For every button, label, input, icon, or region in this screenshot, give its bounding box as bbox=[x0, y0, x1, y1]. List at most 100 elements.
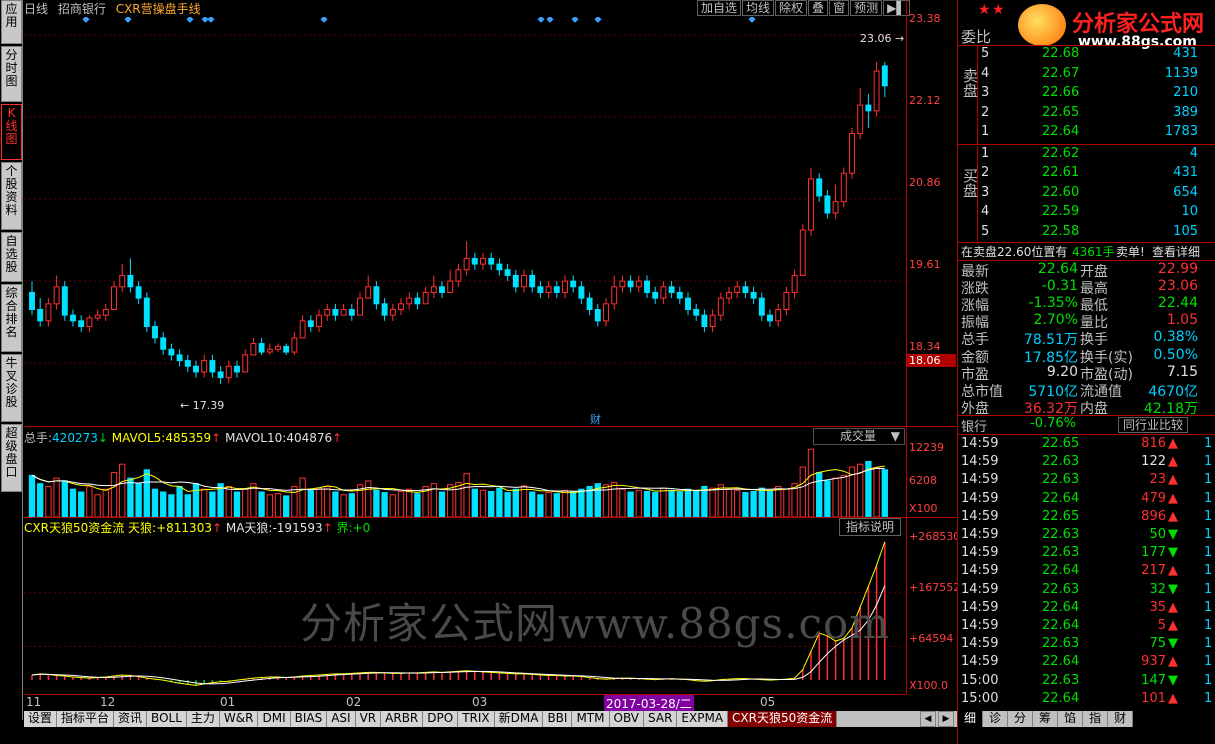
scroll-left-icon[interactable]: ◀ bbox=[920, 711, 936, 727]
tick-row[interactable]: 14:59 22.63 23 ▲ 1 bbox=[958, 472, 1215, 490]
tick-row[interactable]: 15:00 22.63 147 ▼ 1 bbox=[958, 673, 1215, 691]
scroll-right-icon[interactable]: ▶ bbox=[938, 711, 954, 727]
indicator-tab[interactable]: 指标平台 bbox=[57, 711, 115, 727]
indicator-tab[interactable]: TRIX bbox=[458, 711, 495, 727]
tick-row[interactable]: 15:00 22.64 101 ▲ 1 bbox=[958, 691, 1215, 709]
indicator-tab[interactable]: DPO bbox=[423, 711, 459, 727]
tick-row[interactable]: 14:59 22.65 896 ▲ 1 bbox=[958, 509, 1215, 527]
signal-diamond-icon bbox=[594, 17, 602, 23]
formula-name[interactable]: CXR营操盘手线 bbox=[116, 2, 201, 16]
ask-row[interactable]: 3 22.66 210 bbox=[958, 85, 1215, 103]
tick-row[interactable]: 14:59 22.64 479 ▲ 1 bbox=[958, 491, 1215, 509]
view-detail-link[interactable]: 查看详细 bbox=[1152, 243, 1200, 260]
tick-volume: 5 bbox=[1157, 618, 1166, 633]
indicator-tab[interactable]: BOLL bbox=[147, 711, 187, 727]
tick-row[interactable]: 14:59 22.64 5 ▲ 1 bbox=[958, 618, 1215, 636]
volume-svg[interactable] bbox=[24, 445, 905, 517]
volume-header: 总手:420273↓ MAVOL5:485359↑ MAVOL10:404876… bbox=[24, 429, 342, 445]
ask-row[interactable]: 5 22.68 431 bbox=[958, 46, 1215, 64]
detail-tab[interactable]: 分 bbox=[1008, 711, 1034, 727]
indicator-tab[interactable]: W&R bbox=[219, 711, 259, 727]
volume-bar bbox=[209, 491, 216, 517]
jie-label: 界: bbox=[336, 521, 353, 535]
star-icon[interactable]: ★ bbox=[978, 2, 991, 18]
period-label[interactable]: 日线 bbox=[24, 2, 48, 16]
bid-volume: 10 bbox=[1181, 204, 1198, 220]
indicator-tab[interactable]: 设置 bbox=[24, 711, 58, 727]
indicator-tab[interactable]: MTM bbox=[572, 711, 610, 727]
volume-bar bbox=[766, 489, 774, 517]
indicator-tab[interactable]: 主力 bbox=[186, 711, 220, 727]
indicator-tab[interactable]: ARBR bbox=[381, 711, 424, 727]
left-tab-4[interactable]: 自选股 bbox=[1, 232, 22, 282]
ma-tianlang-label: MA天狼: bbox=[225, 521, 273, 535]
star-icon[interactable]: ★ bbox=[992, 2, 1005, 18]
volume-bar bbox=[619, 488, 626, 517]
toolbar-button-5[interactable]: 预测 bbox=[850, 0, 883, 16]
bid-row[interactable]: 4 22.59 10 bbox=[958, 204, 1215, 222]
left-tab-3[interactable]: 个股资料 bbox=[1, 162, 22, 230]
bid-row[interactable]: 1 22.62 4 bbox=[958, 146, 1215, 164]
indicator-help-button[interactable]: 指标说明 bbox=[839, 518, 901, 536]
tick-row[interactable]: 14:59 22.63 177 ▼ 1 bbox=[958, 545, 1215, 563]
detail-tab[interactable]: 财 bbox=[1108, 711, 1134, 727]
volume-bar bbox=[463, 473, 470, 517]
tick-row[interactable]: 14:59 22.64 937 ▲ 1 bbox=[958, 654, 1215, 672]
tick-row[interactable]: 14:59 22.64 35 ▲ 1 bbox=[958, 600, 1215, 618]
note-text: 在卖盘22.60位置有 bbox=[961, 245, 1068, 259]
candlestick-svg[interactable]: 23.06 → ← 17.39 财 bbox=[24, 17, 905, 426]
toolbar-button-3[interactable]: 叠 bbox=[808, 0, 829, 16]
indicator-tab[interactable]: OBV bbox=[609, 711, 645, 727]
detail-tab[interactable]: 指 bbox=[1083, 711, 1109, 727]
indicator-tab[interactable]: CXR天狼50资金流 bbox=[728, 711, 838, 727]
detail-tab[interactable]: 细 bbox=[958, 711, 984, 727]
volume-bar bbox=[151, 488, 159, 517]
toolbar-button-4[interactable]: 窗 bbox=[829, 0, 850, 16]
peer-compare-button[interactable]: 同行业比较 bbox=[1118, 417, 1189, 433]
tick-row[interactable]: 14:59 22.65 816 ▲ 1 bbox=[958, 436, 1215, 454]
tick-row[interactable]: 14:59 22.63 50 ▼ 1 bbox=[958, 527, 1215, 545]
ask-row[interactable]: 4 22.67 1139 bbox=[958, 66, 1215, 84]
date-label: 2017-03-28/二 bbox=[604, 695, 694, 712]
bid-row[interactable]: 2 22.61 431 bbox=[958, 165, 1215, 183]
bid-row[interactable]: 5 22.58 105 bbox=[958, 224, 1215, 242]
left-tab-2[interactable]: K线图 bbox=[1, 104, 22, 160]
left-tab-5[interactable]: 综合排名 bbox=[1, 284, 22, 352]
ask-row[interactable]: 1 22.64 1783 bbox=[958, 124, 1215, 142]
date-label: 11 bbox=[26, 695, 42, 709]
left-tab-6[interactable]: 牛叉诊股 bbox=[1, 354, 22, 422]
detail-tab[interactable]: 馅 bbox=[1058, 711, 1084, 727]
ask-level: 1 bbox=[981, 124, 990, 140]
tick-row[interactable]: 14:59 22.63 32 ▼ 1 bbox=[958, 582, 1215, 600]
toolbar-button-2[interactable]: 除权 bbox=[775, 0, 808, 16]
indicator-tab[interactable]: BIAS bbox=[290, 711, 328, 727]
left-tab-7[interactable]: 超级盘口 bbox=[1, 424, 22, 492]
quote-value: 9.20 bbox=[1046, 363, 1078, 380]
toolbar-button-0[interactable]: 加自选 bbox=[697, 0, 742, 16]
finance-marker[interactable]: 财 bbox=[590, 412, 601, 426]
indicator-tab[interactable]: BBI bbox=[543, 711, 573, 727]
candle-body bbox=[184, 360, 191, 367]
indicator-tab[interactable]: EXPMA bbox=[677, 711, 729, 727]
toolbar-button-1[interactable]: 均线 bbox=[742, 0, 775, 16]
detail-tab[interactable]: 诊 bbox=[983, 711, 1009, 727]
indicator-tab[interactable]: SAR bbox=[644, 711, 678, 727]
detail-tab[interactable]: 筹 bbox=[1033, 711, 1059, 727]
indicator-tab[interactable]: DMI bbox=[258, 711, 291, 727]
indicator-tab[interactable]: 新DMA bbox=[494, 711, 544, 727]
left-tab-0[interactable]: 应用 bbox=[1, 0, 22, 44]
tick-volume: 147 bbox=[1141, 672, 1166, 688]
indicator-tab[interactable]: VR bbox=[355, 711, 382, 727]
price-chart[interactable]: 23.06 → ← 17.39 财 bbox=[24, 17, 905, 426]
tick-row[interactable]: 14:59 22.63 122 ▲ 1 bbox=[958, 454, 1215, 472]
volume-indicator-select[interactable]: 成交量 ▼ bbox=[813, 428, 905, 445]
indicator-tab[interactable]: ASI bbox=[327, 711, 356, 727]
left-tab-1[interactable]: 分时图 bbox=[1, 46, 22, 102]
signal-diamond-icon bbox=[571, 17, 579, 23]
ask-row[interactable]: 2 22.65 389 bbox=[958, 105, 1215, 123]
indicator-tab[interactable]: 资讯 bbox=[114, 711, 148, 727]
tick-row[interactable]: 14:59 22.64 217 ▲ 1 bbox=[958, 563, 1215, 581]
arrow-down-icon: ▼ bbox=[1168, 636, 1178, 652]
bid-row[interactable]: 3 22.60 654 bbox=[958, 185, 1215, 203]
tick-row[interactable]: 14:59 22.63 75 ▼ 1 bbox=[958, 636, 1215, 654]
